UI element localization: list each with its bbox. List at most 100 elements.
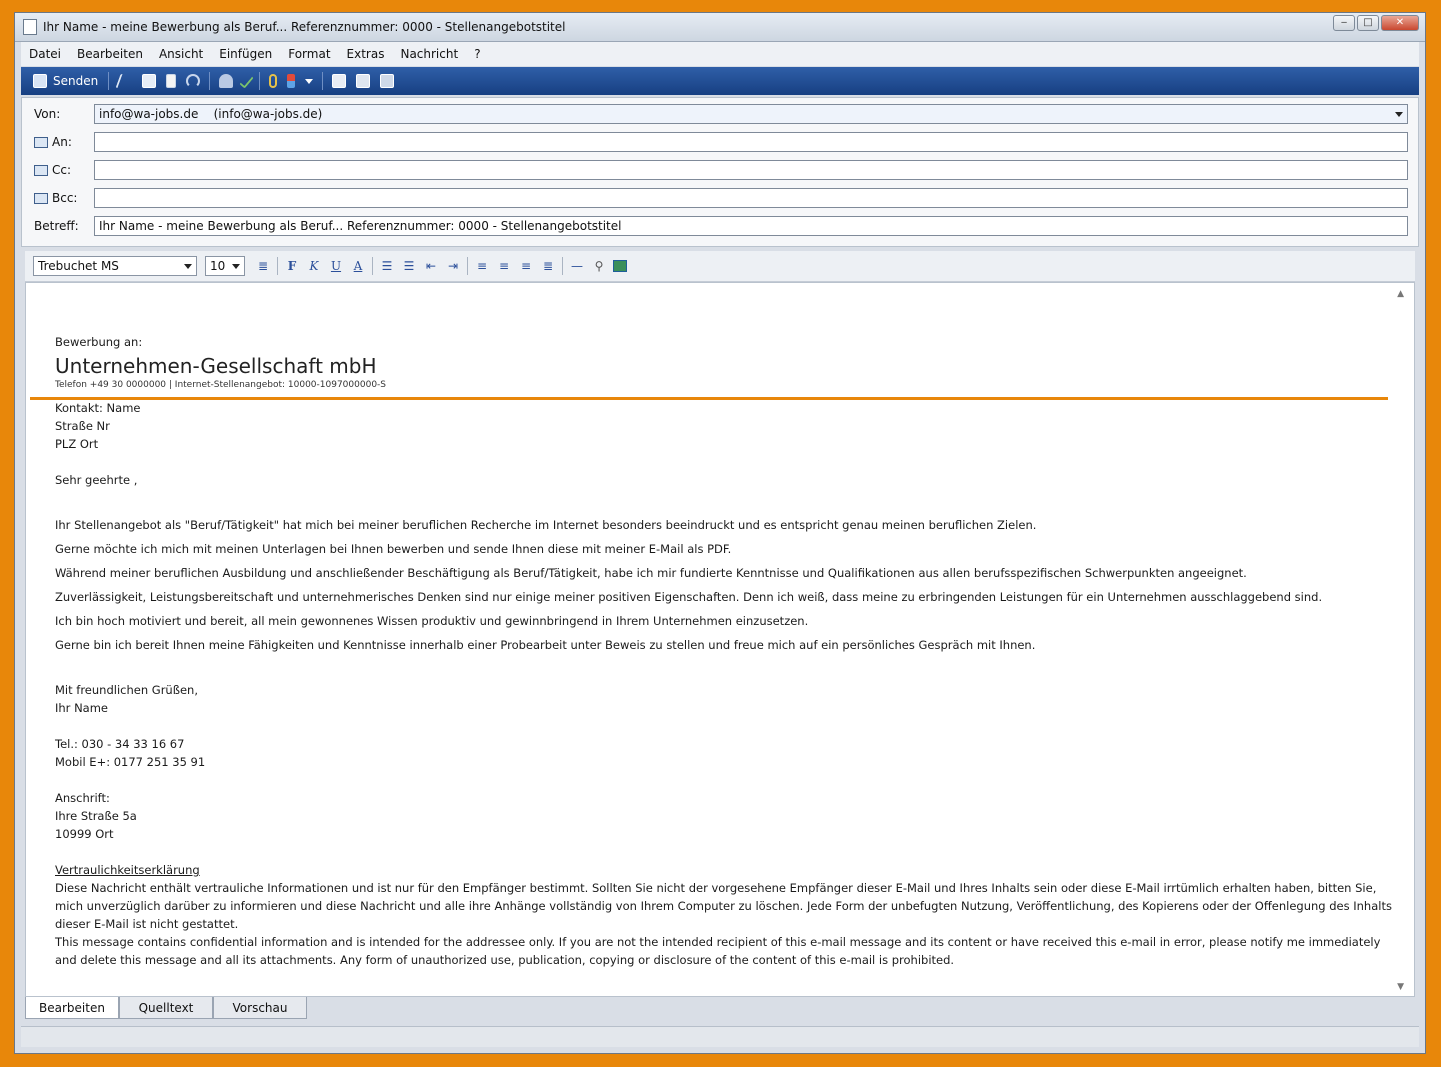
font-size-select[interactable]: 10: [205, 256, 245, 276]
paragraph: Gerne möchte ich mich mit meinen Unterla…: [55, 542, 732, 556]
editor-mode-tabs: Bearbeiten Quelltext Vorschau: [25, 997, 307, 1019]
maximize-button[interactable]: □: [1357, 15, 1379, 31]
address-book-icon[interactable]: [34, 164, 48, 176]
format-separator: [562, 257, 563, 275]
menu-format[interactable]: Format: [280, 47, 338, 61]
menu-bearbeiten[interactable]: Bearbeiten: [69, 47, 151, 61]
offline-icon[interactable]: [380, 74, 395, 88]
message-editor[interactable]: ▲ Bewerbung an: Unternehmen-Gesellschaft…: [25, 282, 1415, 997]
priority-icon[interactable]: [287, 74, 296, 88]
contact-line: Kontakt: Name: [55, 401, 141, 415]
from-label-text: Von:: [34, 107, 61, 121]
address-book-icon[interactable]: [219, 74, 234, 88]
tab-quelltext[interactable]: Quelltext: [119, 997, 213, 1019]
header-fields: Von: info@wa-jobs.de (info@wa-jobs.de) A…: [21, 97, 1419, 247]
bcc-field[interactable]: [94, 188, 1408, 208]
format-separator: [372, 257, 373, 275]
menu-ansicht[interactable]: Ansicht: [151, 47, 211, 61]
chevron-down-icon[interactable]: [232, 264, 240, 269]
sign-icon[interactable]: [332, 74, 347, 88]
cc-label[interactable]: Cc:: [34, 163, 71, 177]
disclaimer-english: This message contains confidential infor…: [55, 935, 1381, 967]
scroll-up-icon[interactable]: ▲: [1397, 289, 1404, 299]
from-row: Von: info@wa-jobs.de (info@wa-jobs.de): [22, 102, 1418, 126]
underline-icon[interactable]: U: [328, 258, 344, 274]
paragraph: Gerne bin ich bereit Ihnen meine Fähigke…: [55, 638, 1036, 652]
compose-window: Ihr Name - meine Bewerbung als Beruf... …: [14, 12, 1426, 1054]
paragraph-style-icon[interactable]: ≣: [255, 258, 271, 274]
tab-bearbeiten[interactable]: Bearbeiten: [25, 997, 119, 1019]
attach-icon[interactable]: [269, 74, 278, 88]
disclaimer-title: Vertraulichkeitserklärung: [55, 863, 200, 877]
menu-einfuegen[interactable]: Einfügen: [211, 47, 280, 61]
increase-indent-icon[interactable]: ⇥: [445, 258, 461, 274]
subject-label: Betreff:: [34, 219, 79, 233]
menu-datei[interactable]: Datei: [21, 47, 69, 61]
to-field[interactable]: [94, 132, 1408, 152]
font-family-select[interactable]: Trebuchet MS: [33, 256, 197, 276]
salutation: Sehr geehrte ,: [55, 473, 138, 487]
decrease-indent-icon[interactable]: ⇤: [423, 258, 439, 274]
numbered-list-icon[interactable]: ☰: [379, 258, 395, 274]
close-button[interactable]: ✕: [1381, 15, 1419, 31]
menu-nachricht[interactable]: Nachricht: [392, 47, 466, 61]
font-size-value: 10: [210, 259, 226, 273]
main-toolbar: Senden: [21, 67, 1419, 95]
company-details: Telefon +49 30 0000000 | Internet-Stelle…: [55, 380, 387, 390]
chevron-down-icon[interactable]: [1395, 112, 1403, 117]
align-left-icon[interactable]: ≡: [474, 258, 490, 274]
title-bar: Ihr Name - meine Bewerbung als Beruf... …: [15, 13, 1425, 42]
toolbar-separator: [259, 72, 261, 90]
subject-field[interactable]: Ihr Name - meine Bewerbung als Beruf... …: [94, 216, 1408, 236]
bullet-list-icon[interactable]: ☰: [401, 258, 417, 274]
bcc-label-text: Bcc:: [52, 191, 78, 205]
italic-icon[interactable]: K: [306, 258, 322, 274]
spellcheck-icon[interactable]: [239, 73, 254, 89]
horizontal-line-icon[interactable]: —: [569, 258, 585, 274]
link-icon[interactable]: ⚲: [591, 258, 607, 274]
chevron-down-icon[interactable]: [184, 264, 192, 269]
bold-icon[interactable]: F: [284, 258, 300, 274]
menu-help[interactable]: ?: [466, 47, 488, 61]
scroll-down-icon[interactable]: ▼: [1397, 982, 1404, 992]
company-name: Unternehmen-Gesellschaft mbH: [55, 354, 377, 378]
format-separator: [467, 257, 468, 275]
dropdown-icon[interactable]: [305, 78, 314, 84]
address-book-icon[interactable]: [34, 136, 48, 148]
to-row: An:: [22, 130, 1418, 154]
undo-icon[interactable]: [186, 74, 201, 88]
cut-icon[interactable]: [115, 74, 135, 88]
align-right-icon[interactable]: ≡: [518, 258, 534, 274]
to-label[interactable]: An:: [34, 135, 72, 149]
address-city: 10999 Ort: [55, 827, 114, 841]
copy-icon[interactable]: [142, 74, 157, 88]
minimize-button[interactable]: ‒: [1333, 15, 1355, 31]
align-center-icon[interactable]: ≡: [496, 258, 512, 274]
from-value: info@wa-jobs.de (info@wa-jobs.de): [99, 107, 323, 121]
mobile: Mobil E+: 0177 251 35 91: [55, 755, 206, 769]
phone: Tel.: 030 - 34 33 16 67: [55, 737, 185, 751]
paragraph: Während meiner beruflichen Ausbildung un…: [55, 566, 1247, 580]
tab-vorschau[interactable]: Vorschau: [213, 997, 307, 1019]
format-separator: [277, 257, 278, 275]
recipient-street: Straße Nr: [55, 419, 110, 433]
font-color-icon[interactable]: A: [350, 258, 366, 274]
send-icon: [33, 74, 47, 88]
paste-icon[interactable]: [166, 74, 177, 88]
encrypt-icon[interactable]: [356, 74, 371, 88]
address-book-icon[interactable]: [34, 192, 48, 204]
insert-image-icon[interactable]: [613, 260, 627, 272]
from-select[interactable]: info@wa-jobs.de (info@wa-jobs.de): [94, 104, 1408, 124]
toolbar-separator: [322, 72, 324, 90]
cc-field[interactable]: [94, 160, 1408, 180]
menu-extras[interactable]: Extras: [339, 47, 393, 61]
send-button[interactable]: Senden: [27, 72, 104, 90]
status-bar: [21, 1026, 1419, 1047]
recipient-intro: Bewerbung an:: [55, 335, 143, 349]
align-justify-icon[interactable]: ≣: [540, 258, 556, 274]
bcc-label[interactable]: Bcc:: [34, 191, 77, 205]
subject-label-text: Betreff:: [34, 219, 79, 233]
to-label-text: An:: [52, 135, 72, 149]
toolbar-separator: [209, 72, 211, 90]
font-family-value: Trebuchet MS: [38, 259, 119, 273]
